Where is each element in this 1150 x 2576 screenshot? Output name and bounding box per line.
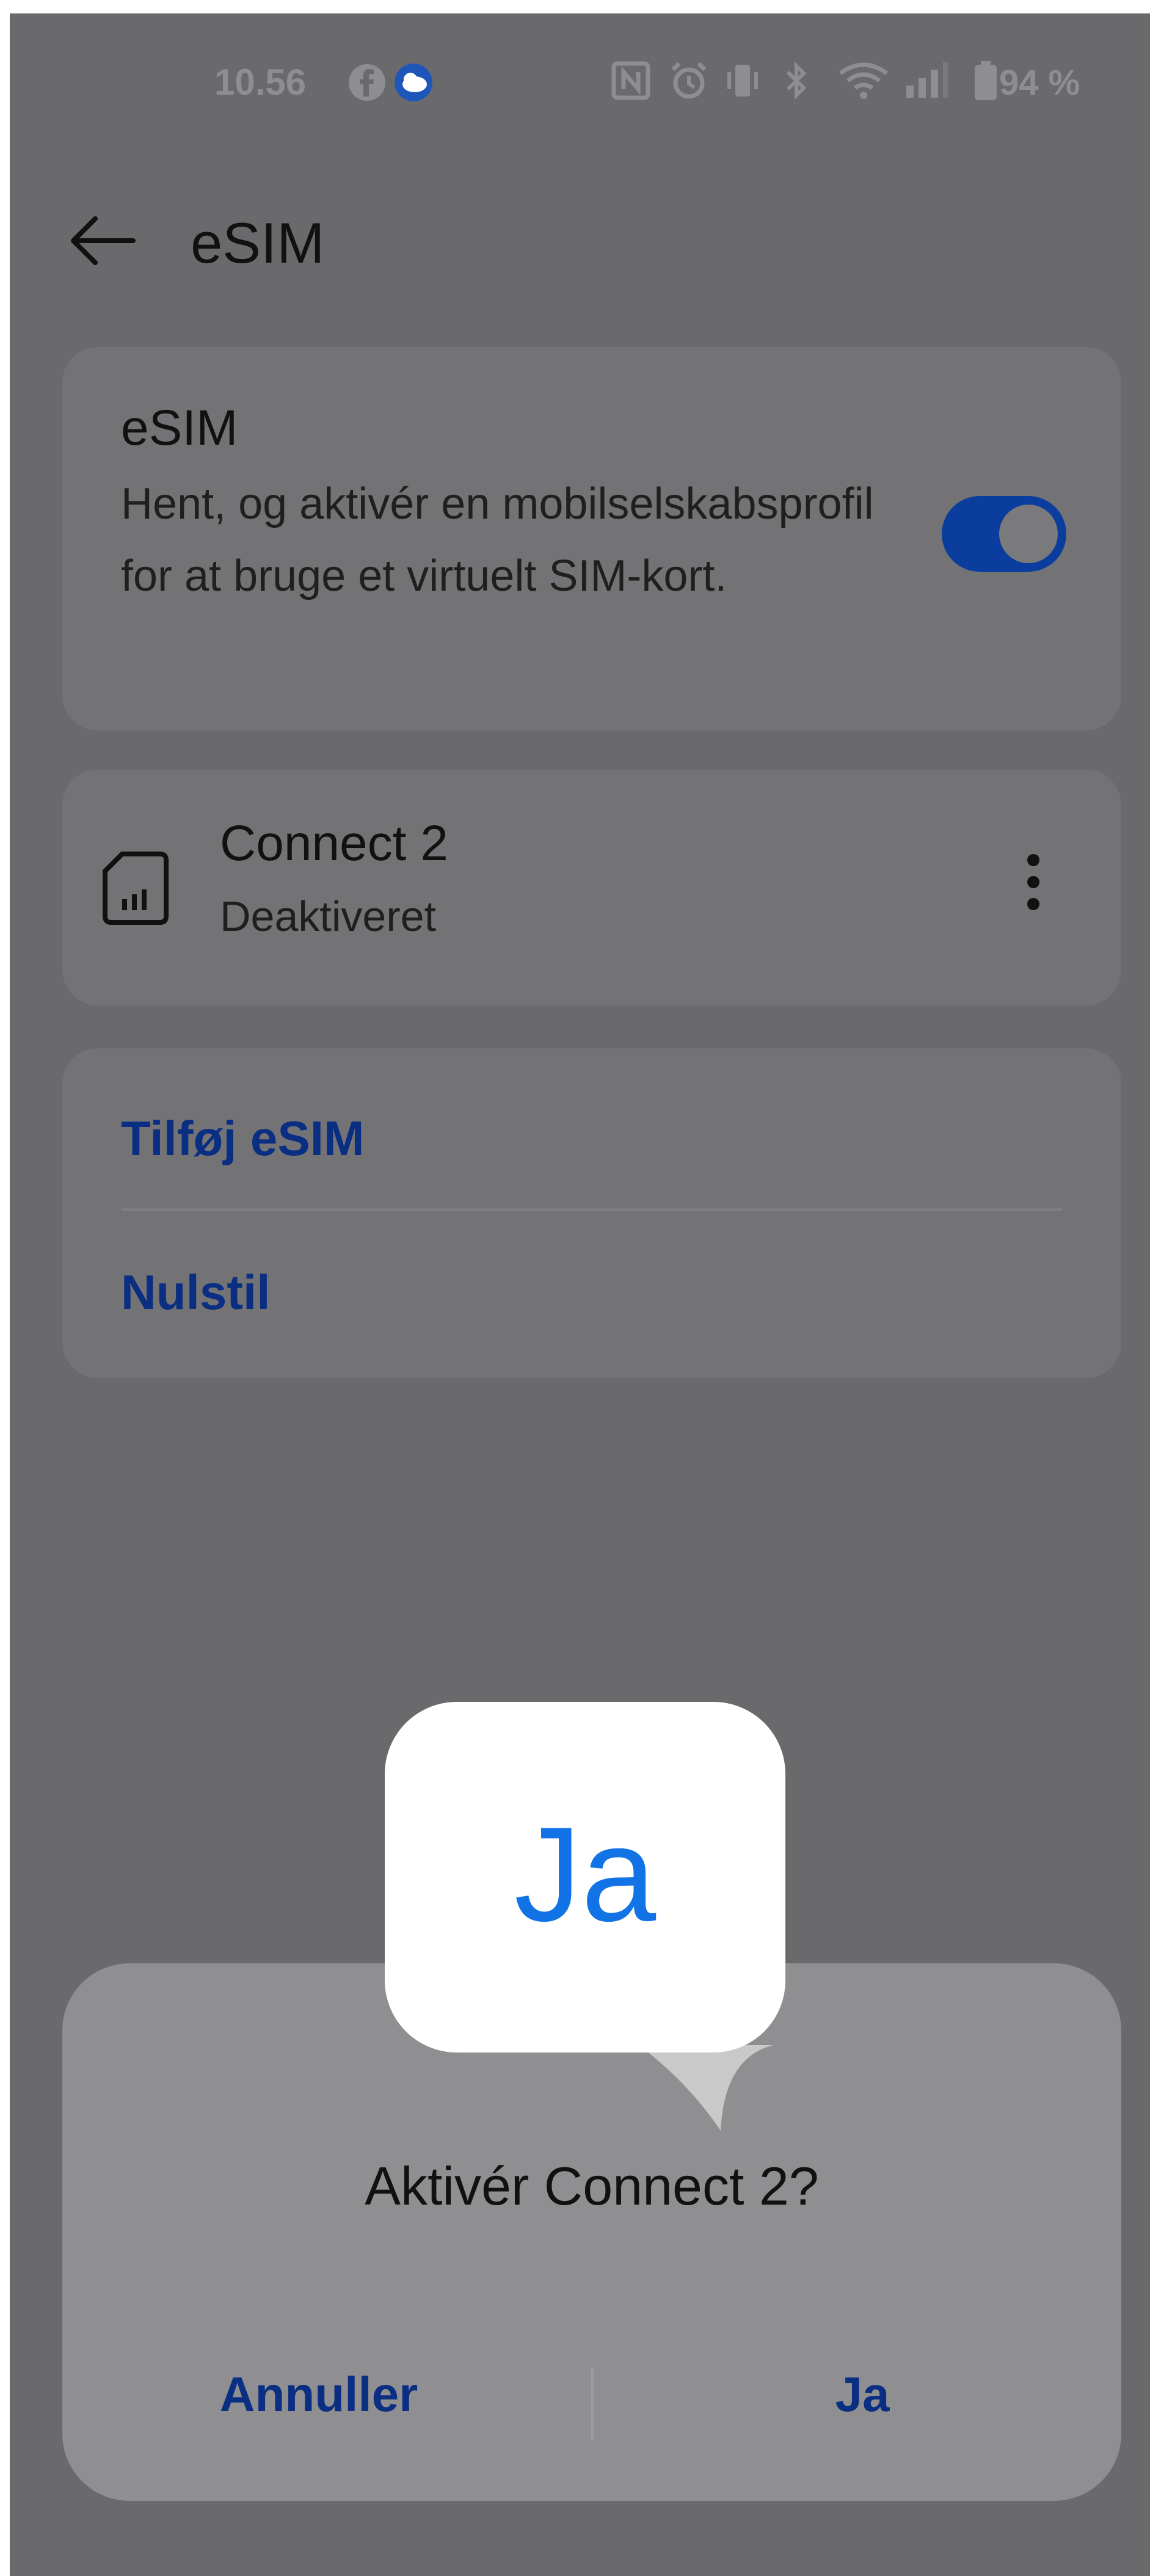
nfc-icon xyxy=(611,61,650,100)
profile-status: Deaktiveret xyxy=(220,892,437,940)
esim-profile-item[interactable]: Connect 2 Deaktiveret xyxy=(62,770,1121,1005)
arrow-left-icon[interactable] xyxy=(66,210,139,271)
dialog-title: Aktivér Connect 2? xyxy=(365,2156,819,2216)
esim-actions-card: Tilføj eSIM Nulstil xyxy=(62,1048,1121,1378)
reset-link[interactable]: Nulstil xyxy=(121,1264,270,1321)
sim-card-icon xyxy=(103,852,169,925)
divider xyxy=(121,1208,1063,1211)
button-separator xyxy=(591,2368,594,2440)
profile-name: Connect 2 xyxy=(220,815,448,871)
esim-setting-title: eSIM xyxy=(121,400,238,456)
more-vert-icon[interactable] xyxy=(1015,848,1052,927)
confirm-button[interactable]: Ja xyxy=(704,2366,1021,2423)
callout-bubble: Ja xyxy=(385,1702,785,2052)
esim-setting-description: Hent, og aktivér en mobilselskabsprofil … xyxy=(121,480,874,600)
phone-screen: 10.56 94 % eSIM eSIM Hent, og aktivér en… xyxy=(10,13,1150,2576)
battery-icon xyxy=(975,61,997,100)
status-time: 10.56 xyxy=(214,62,307,103)
signal-icon xyxy=(906,62,948,98)
callout-tail xyxy=(639,2045,773,2131)
weather-icon xyxy=(395,64,432,101)
bluetooth-icon xyxy=(786,61,807,100)
add-esim-link[interactable]: Tilføj eSIM xyxy=(121,1111,365,1167)
esim-toggle[interactable] xyxy=(942,496,1066,572)
toggle-knob xyxy=(999,505,1058,563)
cancel-button[interactable]: Annuller xyxy=(160,2366,478,2423)
wifi-icon xyxy=(839,62,889,99)
vibrate-icon xyxy=(727,65,758,97)
alarm-icon xyxy=(671,62,707,99)
esim-toggle-card[interactable]: eSIM Hent, og aktivér en mobilselskabspr… xyxy=(62,347,1121,731)
battery-percentage: 94 % xyxy=(999,63,1080,103)
page-title: eSIM xyxy=(191,211,325,275)
callout-text: Ja xyxy=(514,1799,657,1949)
facebook-icon xyxy=(349,64,385,101)
